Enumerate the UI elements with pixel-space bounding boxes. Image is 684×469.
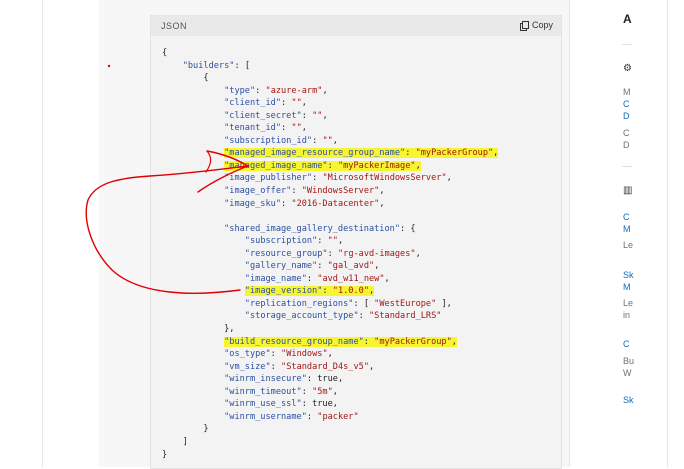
- highlighted-code: "managed_image_resource_group_name": "my…: [224, 148, 499, 159]
- highlighted-code: "build_resource_group_name": "myPackerGr…: [224, 336, 457, 347]
- code-line: "replication_regions": [ "WestEurope" ],: [244, 298, 452, 309]
- sidebar-link[interactable]: D: [623, 111, 630, 122]
- code-line: ]: [182, 436, 188, 447]
- sidebar-divider: [622, 44, 632, 45]
- sidebar-link[interactable]: C: [623, 212, 630, 223]
- code-line: "resource_group": "rg-avd-images",: [244, 248, 421, 259]
- book-icon: ▥: [623, 185, 633, 196]
- code-line: "tenant_id": "",: [224, 123, 307, 134]
- sidebar-link[interactable]: C: [623, 339, 630, 350]
- code-line: "winrm_use_ssl": true,: [224, 399, 338, 410]
- code-line: {: [162, 48, 168, 58]
- sidebar-text: in: [623, 310, 631, 320]
- code-line: "gallery_name": "gal_avd",: [244, 261, 380, 272]
- right-border: [667, 0, 668, 467]
- sidebar-text: D: [623, 140, 630, 150]
- code-line: "os_type": "Windows",: [224, 349, 333, 360]
- sidebar-text: W: [623, 368, 632, 378]
- code-line: "vm_size": "Standard_D4s_v5",: [224, 361, 375, 372]
- code-line: "client_id": "",: [224, 98, 307, 109]
- code-line: "winrm_username": "packer": [224, 411, 359, 422]
- sidebar-divider: [622, 166, 632, 167]
- code-language-label: JSON: [161, 21, 188, 31]
- code-line: "client_secret": "",: [224, 110, 328, 121]
- sidebar-link[interactable]: M: [623, 282, 631, 293]
- json-code: { "builders": [ { "type": "azure-arm", "…: [162, 47, 499, 461]
- json-code-block: JSON Copy { "builders": [ { "type": "azu…: [150, 15, 562, 469]
- code-line: "shared_image_gallery_destination": {: [224, 223, 416, 234]
- code-line: "builders": [: [182, 60, 250, 71]
- left-border: [42, 0, 43, 467]
- highlighted-code: "image_version": "1.0.0",: [244, 286, 375, 297]
- copy-button[interactable]: Copy: [519, 20, 553, 31]
- sidebar-link[interactable]: Sk: [623, 270, 634, 281]
- sidebar-text: Le: [623, 298, 634, 308]
- content-divider: [569, 0, 570, 467]
- code-line: "winrm_insecure": true,: [224, 374, 344, 385]
- sidebar-text: C: [623, 128, 630, 138]
- sidebar-link[interactable]: Sk: [623, 395, 634, 406]
- code-line: "managed_image_name": "myPackerImage",: [162, 160, 498, 173]
- code-line: "image_name": "avd_w11_new",: [244, 273, 390, 284]
- code-line: "build_resource_group_name": "myPackerGr…: [162, 336, 498, 349]
- sidebar-text: Le: [623, 240, 634, 250]
- code-block-header: JSON Copy: [151, 16, 561, 36]
- sidebar-heading: A: [623, 12, 632, 26]
- right-sidebar: A ⚙ M C D C D ▥ C M Le Sk M Le in C Bu W…: [590, 0, 635, 467]
- code-line: },: [224, 324, 235, 335]
- gear-icon: ⚙: [623, 63, 632, 74]
- sidebar-link[interactable]: M: [623, 224, 631, 235]
- code-line: "image_sku": "2016-Datacenter",: [224, 198, 385, 209]
- code-line: "image_version": "1.0.0",: [162, 285, 498, 298]
- copy-label: Copy: [531, 20, 553, 30]
- code-line: {: [203, 73, 209, 84]
- code-line: "storage_account_type": "Standard_LRS": [244, 311, 442, 322]
- code-line: "type": "azure-arm",: [224, 85, 328, 96]
- copy-icon: [519, 20, 529, 31]
- code-line: "winrm_timeout": "5m",: [224, 386, 338, 397]
- sidebar-text: Bu: [623, 356, 635, 366]
- highlighted-code: "managed_image_name": "myPackerImage",: [224, 160, 421, 171]
- code-line: "image_offer": "WindowsServer",: [224, 186, 385, 197]
- code-line: "subscription_id": "",: [224, 135, 338, 146]
- code-line: }: [162, 449, 168, 460]
- sidebar-text: M: [623, 87, 631, 97]
- code-line: "image_publisher": "MicrosoftWindowsServ…: [224, 173, 452, 184]
- code-line: "subscription": "",: [244, 236, 344, 247]
- code-line: }: [203, 424, 209, 435]
- sidebar-link[interactable]: C: [623, 99, 630, 110]
- code-line: "managed_image_resource_group_name": "my…: [162, 147, 499, 160]
